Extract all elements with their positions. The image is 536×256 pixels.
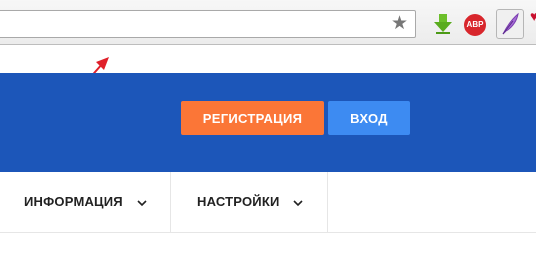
login-button[interactable]: ВХОД: [328, 101, 410, 135]
browser-toolbar: ★ ABP ♥: [0, 0, 536, 45]
feather-icon: [502, 12, 519, 35]
nav-item-label: НАСТРОЙКИ: [197, 194, 280, 209]
nav-item-label: ИНФОРМАЦИЯ: [24, 194, 123, 209]
star-icon[interactable]: ★: [391, 13, 408, 35]
chevron-down-icon: [293, 199, 303, 206]
main-nav: ИНФОРМАЦИЯ НАСТРОЙКИ: [0, 172, 536, 233]
heart-icon[interactable]: ♥: [530, 9, 536, 23]
site-header: РЕГИСТРАЦИЯ ВХОД: [0, 73, 536, 172]
nav-item-information[interactable]: ИНФОРМАЦИЯ: [0, 172, 171, 232]
nav-item-settings[interactable]: НАСТРОЙКИ: [171, 172, 328, 232]
chevron-down-icon: [137, 199, 147, 206]
feather-extension-button[interactable]: [496, 9, 524, 39]
register-button[interactable]: РЕГИСТРАЦИЯ: [181, 101, 324, 135]
address-bar[interactable]: ★: [0, 10, 416, 38]
download-arrow-icon[interactable]: [432, 13, 454, 35]
adblock-icon[interactable]: ABP: [464, 14, 486, 36]
